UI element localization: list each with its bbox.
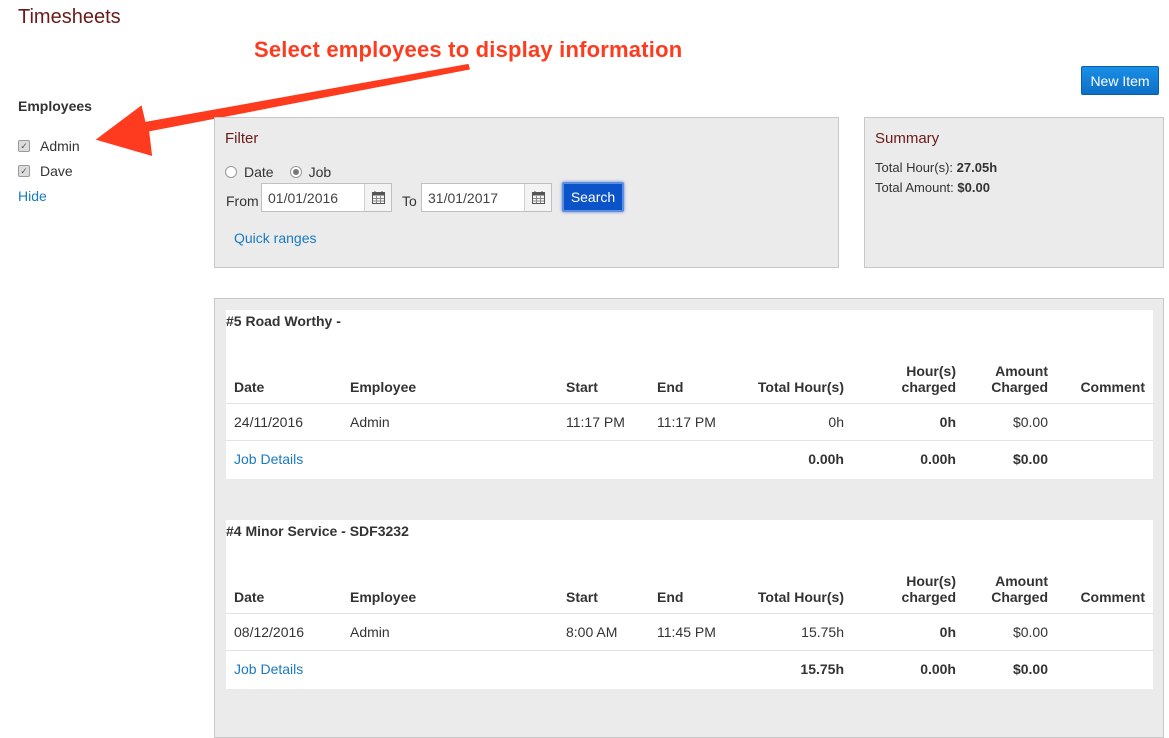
col-start: Start (566, 589, 598, 605)
total-hours-label: Total Hour(s): (875, 160, 954, 175)
cell-start: 8:00 AM (558, 613, 649, 651)
table-row: 24/11/2016 Admin 11:17 PM 11:17 PM 0h 0h… (226, 403, 1153, 441)
col-date: Date (234, 589, 265, 605)
from-label: From (226, 193, 259, 209)
footer-amount-charged: $0.00 (964, 650, 1056, 687)
annotation-callout-text: Select employees to display information (254, 37, 683, 62)
total-amount-label: Total Amount: (875, 180, 954, 195)
filter-heading: Filter (225, 130, 259, 147)
total-amount-value: $0.00 (957, 180, 990, 195)
employee-item-dave[interactable]: ✓ Dave (18, 163, 73, 179)
employee-checkbox[interactable]: ✓ (18, 140, 30, 152)
table-header-row: Date Employee Start End Total Hour(s) Ho… (226, 353, 1153, 404)
cell-amount-charged: $0.00 (964, 613, 1056, 651)
footer-total-hours: 15.75h (733, 650, 852, 687)
footer-hours-charged: 0.00h (852, 650, 964, 687)
col-total-hours: Total Hour(s) (757, 379, 844, 395)
quick-ranges-link[interactable]: Quick ranges (234, 230, 316, 246)
col-end: End (657, 379, 684, 395)
col-amount-charged-line2: Charged (991, 379, 1048, 395)
cell-hours-charged: 0h (852, 403, 964, 441)
summary-total-hours: Total Hour(s): 27.05h (875, 160, 997, 175)
to-label: To (402, 193, 417, 209)
job-title: #5 Road Worthy - (226, 313, 341, 329)
cell-comment (1056, 613, 1153, 651)
job-details-link[interactable]: Job Details (234, 451, 303, 467)
job-table: Date Employee Start End Total Hour(s) Ho… (226, 353, 1153, 477)
job-table: Date Employee Start End Total Hour(s) Ho… (226, 563, 1153, 687)
date-radio[interactable] (225, 166, 237, 178)
employee-checkbox[interactable]: ✓ (18, 165, 30, 177)
cell-total-hours: 15.75h (733, 613, 852, 651)
col-amount-charged: Amount Charged (964, 353, 1056, 404)
search-button[interactable]: Search (562, 182, 624, 212)
footer-hours-charged: 0.00h (852, 440, 964, 477)
table-header-row: Date Employee Start End Total Hour(s) Ho… (226, 563, 1153, 614)
cell-total-hours: 0h (733, 403, 852, 441)
col-hours-charged-line1: Hour(s) (906, 363, 956, 379)
cell-hours-charged: 0h (852, 613, 964, 651)
cell-start: 11:17 PM (558, 403, 649, 441)
col-employee: Employee (350, 589, 417, 605)
employees-heading: Employees (18, 98, 92, 114)
cell-date: 08/12/2016 (226, 613, 342, 651)
total-hours-value: 27.05h (956, 160, 998, 175)
summary-panel: Summary Total Hour(s): 27.05h Total Amou… (864, 117, 1164, 268)
col-total-hours: Total Hour(s) (757, 589, 844, 605)
col-amount-charged-line1: Amount (995, 573, 1048, 589)
table-footer-row: Job Details 0.00h 0.00h $0.00 (226, 440, 1153, 477)
cell-amount-charged: $0.00 (964, 403, 1056, 441)
cell-date: 24/11/2016 (226, 403, 342, 441)
table-row: 08/12/2016 Admin 8:00 AM 11:45 PM 15.75h… (226, 613, 1153, 651)
job-radio-label[interactable]: Job (309, 164, 332, 180)
filter-mode-group: Date Job (225, 164, 347, 180)
job-title: #4 Minor Service - SDF3232 (226, 523, 409, 539)
cell-end: 11:45 PM (649, 613, 733, 651)
new-item-button[interactable]: New Item (1081, 66, 1159, 95)
cell-comment (1056, 403, 1153, 441)
date-radio-label[interactable]: Date (244, 164, 274, 180)
col-end: End (657, 589, 684, 605)
employee-label: Dave (40, 163, 73, 179)
col-comment: Comment (1080, 379, 1145, 395)
employee-label: Admin (40, 138, 80, 154)
footer-amount-charged: $0.00 (964, 440, 1056, 477)
col-start: Start (566, 379, 598, 395)
col-hours-charged: Hour(s) charged (852, 353, 964, 404)
calendar-icon[interactable] (524, 184, 551, 211)
filter-panel: Filter Date Job From 01/01/2016 To 31/01… (214, 117, 839, 268)
hide-employees-link[interactable]: Hide (18, 188, 47, 204)
job-details-link[interactable]: Job Details (234, 661, 303, 677)
job-radio[interactable] (289, 166, 302, 178)
col-employee: Employee (350, 379, 417, 395)
cell-end: 11:17 PM (649, 403, 733, 441)
to-date-field[interactable]: 31/01/2017 (421, 183, 552, 212)
job-card: #4 Minor Service - SDF3232 Date Employee… (226, 520, 1153, 689)
col-hours-charged-line2: charged (901, 379, 956, 395)
col-amount-charged: Amount Charged (964, 563, 1056, 614)
col-amount-charged-line2: Charged (991, 589, 1048, 605)
results-panel: #5 Road Worthy - Date Employee Start End… (214, 298, 1164, 738)
summary-heading: Summary (875, 130, 940, 147)
col-hours-charged-line2: charged (901, 589, 956, 605)
col-date: Date (234, 379, 265, 395)
cell-employee: Admin (342, 403, 558, 441)
page-title: Timesheets (18, 6, 121, 28)
employee-item-admin[interactable]: ✓ Admin (18, 138, 80, 154)
col-comment: Comment (1080, 589, 1145, 605)
cell-employee: Admin (342, 613, 558, 651)
summary-total-amount: Total Amount: $0.00 (875, 180, 990, 195)
table-footer-row: Job Details 15.75h 0.00h $0.00 (226, 650, 1153, 687)
calendar-icon[interactable] (364, 184, 391, 211)
footer-total-hours: 0.00h (733, 440, 852, 477)
from-date-field[interactable]: 01/01/2016 (261, 183, 392, 212)
col-hours-charged-line1: Hour(s) (906, 573, 956, 589)
to-date-value[interactable]: 31/01/2017 (422, 190, 524, 206)
col-amount-charged-line1: Amount (995, 363, 1048, 379)
job-card: #5 Road Worthy - Date Employee Start End… (226, 310, 1153, 479)
col-hours-charged: Hour(s) charged (852, 563, 964, 614)
from-date-value[interactable]: 01/01/2016 (262, 190, 364, 206)
